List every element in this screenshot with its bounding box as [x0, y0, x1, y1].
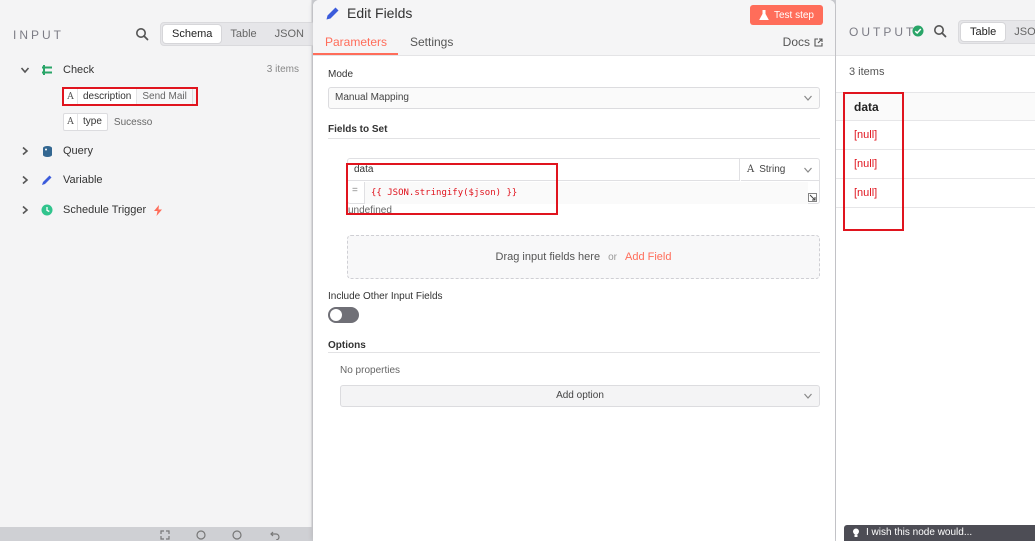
mode-label: Mode [328, 69, 354, 80]
tab-json[interactable]: JSON [1005, 23, 1035, 41]
tab-settings[interactable]: Settings [410, 35, 453, 49]
expression-marker: = [352, 185, 358, 196]
field-name: description [78, 89, 138, 105]
pencil-icon [326, 7, 339, 19]
tab-parameters[interactable]: Parameters [325, 35, 387, 49]
clock-icon [40, 203, 54, 217]
database-icon [40, 144, 54, 158]
output-panel: OUTPUT Table JSON 3 items data [null] [n… [836, 0, 1035, 541]
flask-icon [759, 10, 769, 20]
chevron-down-icon [804, 167, 812, 173]
feedback-text: I wish this node would... [866, 527, 973, 538]
success-check-icon [912, 25, 924, 37]
assignment-row: data A String = {{ JSON.stringify($json)… [347, 158, 820, 204]
tab-json[interactable]: JSON [266, 25, 313, 43]
item-count: 3 items [266, 64, 299, 75]
chevron-right-icon[interactable] [20, 175, 30, 185]
no-properties-text: No properties [340, 365, 401, 376]
docs-link[interactable]: Docs [783, 35, 823, 49]
field-type-value: String [759, 164, 786, 175]
field-chip: A type [63, 113, 108, 131]
input-panel-title: INPUT [13, 28, 64, 42]
table-cell[interactable]: [null] [836, 150, 1035, 179]
search-icon[interactable] [933, 24, 947, 38]
undo-icon[interactable] [270, 530, 280, 540]
expand-editor-icon[interactable] [808, 193, 817, 202]
node-query[interactable]: Query [20, 141, 93, 161]
add-field-link[interactable]: Add Field [625, 251, 671, 263]
fit-view-icon[interactable] [160, 530, 170, 540]
field-value: Send Mail [137, 89, 192, 105]
canvas-controls [0, 527, 312, 541]
docs-label: Docs [782, 35, 810, 49]
column-header: data [836, 92, 1035, 121]
zoom-out-icon[interactable] [232, 530, 242, 540]
node-header: Edit Fields Test step Parameters Setting… [313, 0, 835, 56]
node-title[interactable]: Edit Fields [325, 5, 412, 21]
field-value: Sucesso [113, 116, 153, 128]
field-name: type [83, 116, 102, 127]
chevron-down-icon[interactable] [20, 65, 30, 75]
add-option-select[interactable]: Add option [340, 385, 820, 407]
node-variable[interactable]: Variable [20, 170, 103, 190]
node-label: Schedule Trigger [63, 204, 147, 216]
fields-to-set-label: Fields to Set [328, 124, 388, 135]
lightning-icon [154, 204, 163, 216]
node-label: Check [63, 64, 95, 76]
expression-preview: undefined [348, 205, 392, 216]
search-icon[interactable] [135, 27, 149, 41]
tab-schema[interactable]: Schema [163, 25, 222, 43]
chevron-right-icon[interactable] [20, 205, 30, 215]
test-step-label: Test step [773, 9, 814, 21]
zoom-in-icon[interactable] [196, 530, 206, 540]
tab-table[interactable]: Table [961, 23, 1006, 41]
output-item-count: 3 items [849, 66, 885, 78]
node-check[interactable]: Check [20, 60, 94, 80]
node-schedule-trigger[interactable]: Schedule Trigger [20, 200, 163, 220]
schema-field-description[interactable]: A description Send Mail [63, 88, 193, 106]
string-type-icon: A [64, 114, 78, 130]
feedback-prompt[interactable]: I wish this node would... [844, 525, 1035, 541]
table-cell[interactable]: [null] [836, 179, 1035, 208]
output-table: data [null] [null] [null] [836, 92, 1035, 208]
input-panel: INPUT Schema Table JSON Check 3 items A … [0, 0, 316, 541]
include-other-fields-label: Include Other Input Fields [328, 291, 443, 302]
mode-select[interactable]: Manual Mapping [328, 87, 820, 109]
field-name-input[interactable]: data [348, 159, 740, 181]
field-type-select[interactable]: A String [741, 159, 819, 181]
active-tab-underline [313, 53, 398, 55]
node-title-text: Edit Fields [347, 5, 413, 21]
add-option-label: Add option [556, 390, 604, 401]
chevron-down-icon [804, 95, 812, 101]
toggle-knob [330, 309, 342, 321]
chevron-down-icon [804, 393, 812, 399]
node-label: Variable [63, 174, 103, 186]
lightbulb-icon [853, 528, 859, 537]
tab-table[interactable]: Table [221, 25, 265, 43]
field-value-expression[interactable]: {{ JSON.stringify($json) }} [364, 182, 808, 204]
include-other-fields-toggle[interactable] [328, 307, 359, 323]
string-type-icon: A [747, 164, 755, 175]
node-label: Query [63, 145, 93, 157]
output-panel-title: OUTPUT [849, 25, 917, 39]
input-view-switch: Schema Table JSON [160, 22, 316, 46]
drop-zone-or: or [608, 251, 617, 263]
string-type-icon: A [64, 89, 78, 105]
options-label: Options [328, 340, 366, 351]
output-header: OUTPUT Table JSON [836, 0, 1035, 56]
test-step-button[interactable]: Test step [749, 5, 823, 25]
edit-fields-panel: Edit Fields Test step Parameters Setting… [313, 0, 835, 541]
external-link-icon [814, 37, 823, 47]
drop-zone[interactable]: Drag input fields here or Add Field [347, 235, 820, 279]
mode-value: Manual Mapping [335, 92, 409, 103]
chevron-right-icon[interactable] [20, 146, 30, 156]
drop-zone-text: Drag input fields here [495, 251, 601, 263]
schema-field-type[interactable]: A type Sucesso [63, 113, 152, 131]
check-node-icon [40, 63, 54, 77]
divider [328, 352, 820, 353]
divider [328, 138, 820, 139]
table-cell[interactable]: [null] [836, 121, 1035, 150]
pencil-icon [40, 173, 54, 187]
output-view-switch: Table JSON [958, 20, 1035, 44]
